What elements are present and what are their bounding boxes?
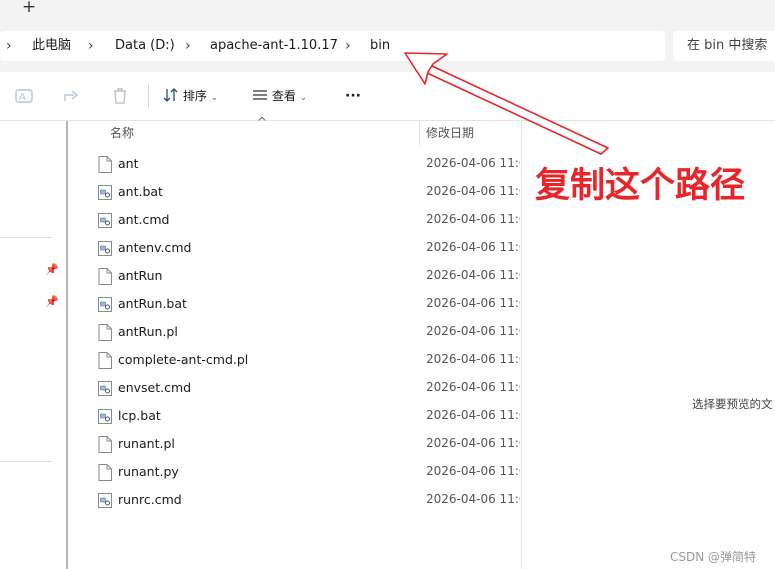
file-row[interactable]: antenv.cmd 2026-04-06 11:0 bbox=[76, 234, 522, 262]
address-bar: › 此电脑 › Data (D:) › apache-ant-1.10.17 ›… bbox=[0, 22, 775, 72]
file-modified-date: 2026-04-06 11:0 bbox=[426, 464, 520, 478]
file-name: ant.cmd bbox=[118, 212, 170, 227]
file-modified-date: 2026-04-06 11:0 bbox=[426, 436, 520, 450]
new-tab-button[interactable]: + bbox=[17, 0, 41, 18]
file-name: envset.cmd bbox=[118, 380, 192, 395]
file-name: runant.pl bbox=[118, 436, 175, 451]
nav-divider bbox=[0, 461, 52, 462]
view-icon bbox=[253, 90, 267, 100]
search-input[interactable]: 在 bin 中搜索 bbox=[673, 31, 775, 61]
script-file-icon bbox=[98, 241, 112, 256]
chevron-right-icon[interactable]: › bbox=[185, 31, 191, 61]
pin-icon[interactable]: 📌 bbox=[45, 295, 59, 308]
file-row[interactable]: envset.cmd 2026-04-06 11:0 bbox=[76, 374, 522, 402]
column-header: 名称 ^ 修改日期 bbox=[76, 115, 522, 145]
sort-button[interactable]: 排序 ⌄ bbox=[163, 84, 218, 108]
share-icon[interactable] bbox=[62, 86, 82, 106]
navigation-scrollbar[interactable] bbox=[66, 121, 68, 569]
file-row[interactable]: ant 2026-04-06 11:0 bbox=[76, 150, 522, 178]
file-row[interactable]: antRun.bat 2026-04-06 11:0 bbox=[76, 290, 522, 318]
file-name: complete-ant-cmd.pl bbox=[118, 352, 249, 367]
view-button[interactable]: 查看 ⌄ bbox=[252, 84, 307, 108]
script-file-icon bbox=[98, 409, 112, 424]
file-name: ant.bat bbox=[118, 184, 163, 199]
rename-icon[interactable]: A bbox=[14, 86, 34, 106]
file-row[interactable]: antRun 2026-04-06 11:0 bbox=[76, 262, 522, 290]
file-row[interactable]: runant.py 2026-04-06 11:0 bbox=[76, 458, 522, 486]
file-row[interactable]: lcp.bat 2026-04-06 11:0 bbox=[76, 402, 522, 430]
file-icon bbox=[98, 352, 112, 369]
file-name: antenv.cmd bbox=[118, 240, 192, 255]
chevron-down-icon: ⌄ bbox=[210, 93, 219, 103]
sort-label: 排序 bbox=[182, 89, 207, 103]
file-name: antRun.pl bbox=[118, 324, 178, 339]
file-row[interactable]: runrc.cmd 2026-04-06 11:0 bbox=[76, 486, 522, 514]
chevron-right-icon[interactable]: › bbox=[345, 31, 351, 61]
search-placeholder: 在 bin 中搜索 bbox=[687, 38, 768, 53]
tab-strip: + bbox=[0, 0, 775, 22]
file-modified-date: 2026-04-06 11:0 bbox=[426, 492, 520, 506]
column-header-name[interactable]: 名称 bbox=[110, 124, 134, 141]
file-row[interactable]: runant.pl 2026-04-06 11:0 bbox=[76, 430, 522, 458]
pin-icon[interactable]: 📌 bbox=[45, 263, 59, 276]
toolbar-separator bbox=[148, 84, 149, 108]
file-modified-date: 2026-04-06 11:0 bbox=[426, 408, 520, 422]
breadcrumb-item-drive[interactable]: Data (D:) bbox=[115, 31, 175, 61]
file-icon bbox=[98, 268, 112, 285]
breadcrumb-item-this-pc[interactable]: 此电脑 bbox=[32, 31, 71, 61]
script-file-icon bbox=[98, 493, 112, 508]
file-modified-date: 2026-04-06 11:0 bbox=[426, 268, 520, 282]
file-modified-date: 2026-04-06 11:0 bbox=[426, 324, 520, 338]
file-modified-date: 2026-04-06 11:0 bbox=[426, 212, 520, 226]
file-row[interactable]: complete-ant-cmd.pl 2026-04-06 11:0 bbox=[76, 346, 522, 374]
chevron-down-icon: ⌄ bbox=[299, 93, 308, 103]
script-file-icon bbox=[98, 213, 112, 228]
file-name: ant bbox=[118, 156, 139, 171]
command-bar: A 排序 ⌄ 查看 ⌄ ··· bbox=[0, 72, 775, 121]
file-modified-date: 2026-04-06 11:0 bbox=[426, 296, 520, 310]
delete-icon[interactable] bbox=[110, 86, 130, 106]
nav-divider bbox=[0, 237, 52, 238]
file-row[interactable]: ant.cmd 2026-04-06 11:0 bbox=[76, 206, 522, 234]
file-icon bbox=[98, 324, 112, 341]
breadcrumb[interactable]: › 此电脑 › Data (D:) › apache-ant-1.10.17 ›… bbox=[0, 31, 665, 61]
file-name: runant.py bbox=[118, 464, 179, 479]
file-modified-date: 2026-04-06 11:0 bbox=[426, 352, 520, 366]
file-row[interactable]: antRun.pl 2026-04-06 11:0 bbox=[76, 318, 522, 346]
breadcrumb-item-ant-folder[interactable]: apache-ant-1.10.17 bbox=[210, 31, 338, 61]
file-row[interactable]: ant.bat 2026-04-06 11:0 bbox=[76, 178, 522, 206]
watermark: CSDN @弹简特 bbox=[670, 550, 757, 564]
column-header-date[interactable]: 修改日期 bbox=[426, 124, 474, 141]
file-name: runrc.cmd bbox=[118, 492, 182, 507]
view-label: 查看 bbox=[271, 89, 296, 103]
file-modified-date: 2026-04-06 11:0 bbox=[426, 156, 520, 170]
script-file-icon bbox=[98, 381, 112, 396]
file-name: antRun.bat bbox=[118, 296, 187, 311]
chevron-right-icon[interactable]: › bbox=[6, 31, 12, 61]
script-file-icon bbox=[98, 185, 112, 200]
file-name: antRun bbox=[118, 268, 163, 283]
file-modified-date: 2026-04-06 11:0 bbox=[426, 380, 520, 394]
sort-icon bbox=[163, 88, 178, 102]
preview-placeholder: 选择要预览的文 bbox=[692, 397, 773, 411]
file-modified-date: 2026-04-06 11:0 bbox=[426, 240, 520, 254]
breadcrumb-item-bin[interactable]: bin bbox=[370, 31, 390, 61]
file-icon bbox=[98, 156, 112, 173]
script-file-icon bbox=[98, 297, 112, 312]
annotation-text: 复制这个路径 bbox=[535, 166, 746, 206]
file-icon bbox=[98, 464, 112, 481]
file-name: lcp.bat bbox=[118, 408, 161, 423]
column-divider[interactable] bbox=[419, 121, 420, 145]
chevron-right-icon[interactable]: › bbox=[88, 31, 94, 61]
more-options-button[interactable]: ··· bbox=[345, 84, 361, 108]
sort-ascending-icon: ^ bbox=[257, 115, 268, 129]
file-modified-date: 2026-04-06 11:0 bbox=[426, 184, 520, 198]
file-list: 名称 ^ 修改日期 ant 2026-04-06 11:0 ant.bat 2026-… bbox=[76, 115, 522, 569]
svg-text:A: A bbox=[19, 92, 26, 103]
file-icon bbox=[98, 436, 112, 453]
navigation-pane: 📌 📌 bbox=[0, 121, 66, 569]
